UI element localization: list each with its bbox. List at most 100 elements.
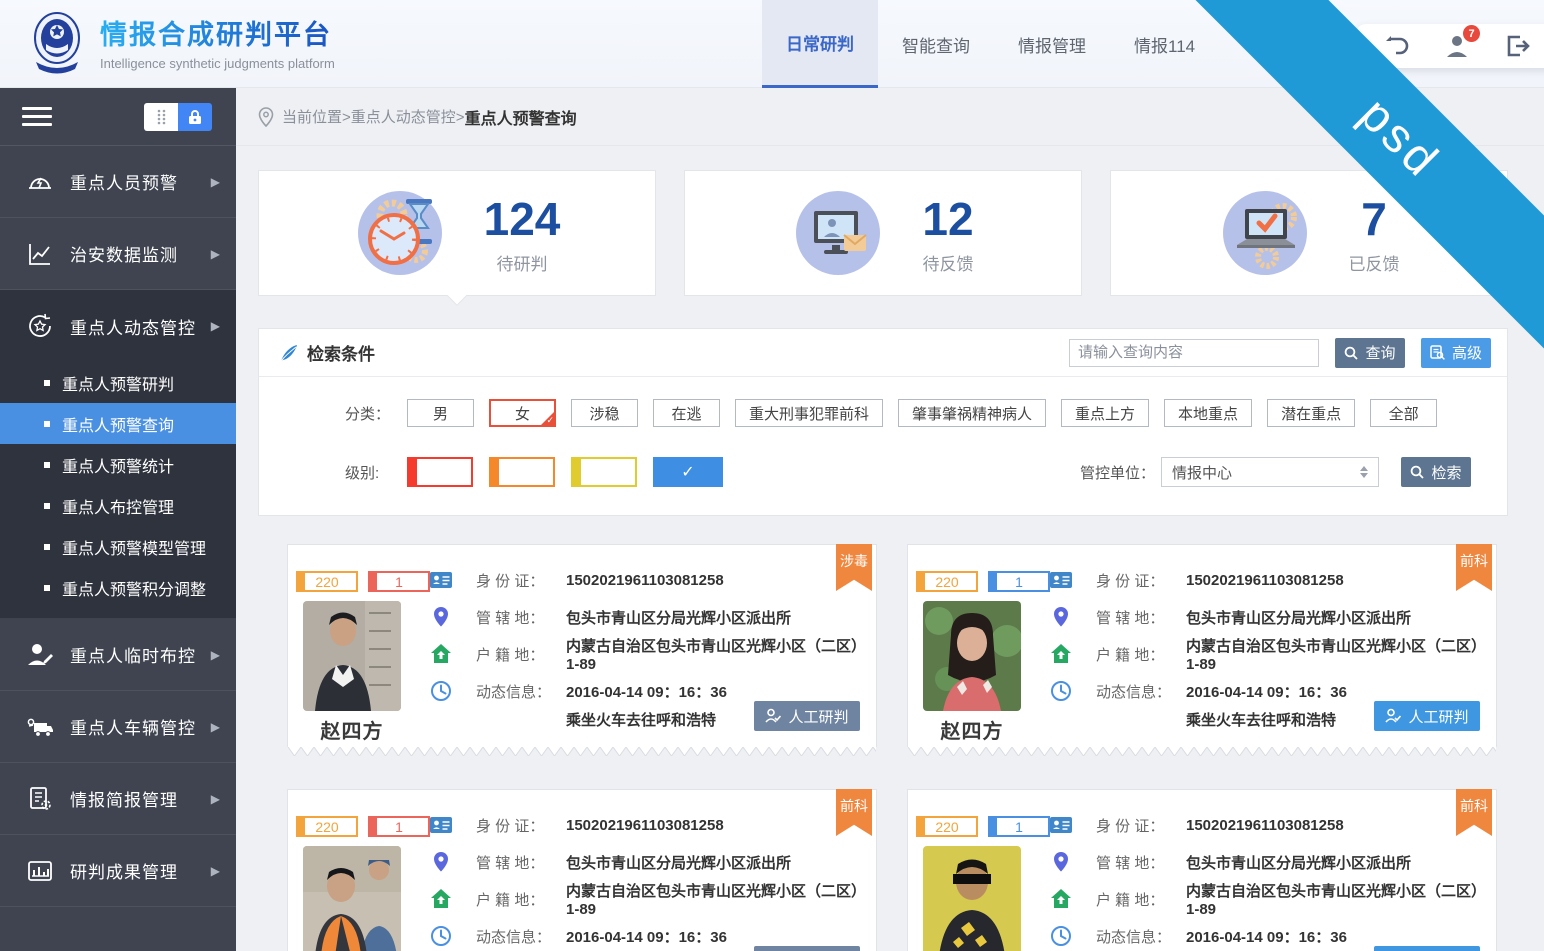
category-all[interactable]: 全部 xyxy=(1370,399,1437,427)
sidebar-item-security-data-monitor[interactable]: 治安数据监测 ▶ xyxy=(0,218,236,290)
document-gear-icon xyxy=(26,785,54,813)
category-fugitive[interactable]: 在逃 xyxy=(653,399,720,427)
menu-collapse-icon[interactable] xyxy=(22,102,52,131)
category-male[interactable]: 男 xyxy=(407,399,474,427)
score-badge: 220 xyxy=(296,816,358,837)
sidebar-item-label: 治安数据监测 xyxy=(70,241,211,266)
sidebar-item-briefing-mgmt[interactable]: 情报简报管理 ▶ xyxy=(0,763,236,835)
sidebar-item-label: 重点人动态管控 xyxy=(70,314,211,339)
sidebar-subitem-model-mgmt[interactable]: 重点人预警模型管理 xyxy=(0,526,236,567)
refresh-star-icon xyxy=(26,312,54,340)
home-icon xyxy=(430,888,452,910)
police-badge-logo xyxy=(28,10,86,74)
level-filter-row: 级别: ✓ 管控单位： 情报中心 检索 xyxy=(345,457,1471,487)
sidebar-subitem-control-mgmt[interactable]: 重点人布控管理 xyxy=(0,485,236,526)
person-card[interactable]: 前科 220 1 赵四方 身 份 证： 1502021961103081258 xyxy=(907,789,1497,951)
clock-icon xyxy=(430,925,452,947)
sidebar-item-result-mgmt[interactable]: 研判成果管理 ▶ xyxy=(0,835,236,907)
nav-tab-daily[interactable]: 日常研判 xyxy=(762,0,878,88)
advanced-button[interactable]: 高级 xyxy=(1421,338,1491,368)
sidebar-subitem-label: 重点人预警积分调整 xyxy=(62,576,206,600)
lock-icon[interactable] xyxy=(178,103,212,131)
category-local-key[interactable]: 本地重点 xyxy=(1164,399,1252,427)
search-icon xyxy=(1344,346,1358,360)
category-criminal-record[interactable]: 重大刑事犯罪前科 xyxy=(735,399,883,427)
dynamic-time: 2016-04-14 09：16：36 xyxy=(1186,681,1347,702)
category-key-petition[interactable]: 重点上方 xyxy=(1061,399,1149,427)
query-button[interactable]: 查询 xyxy=(1335,338,1405,368)
stat-card-pending-research[interactable]: 124 待研判 xyxy=(258,170,656,296)
sidebar-item-key-person-alert[interactable]: 重点人员预警 ▶ xyxy=(0,146,236,218)
sidebar-subitem-label: 重点人预警统计 xyxy=(62,453,174,477)
document-search-icon xyxy=(1430,345,1445,360)
location-pin-icon xyxy=(258,107,274,127)
sidebar-item-temp-control[interactable]: 重点人临时布控 ▶ xyxy=(0,619,236,691)
truck-icon xyxy=(26,713,54,741)
nav-tab-intel-114[interactable]: 情报114 xyxy=(1110,0,1219,88)
search-button[interactable]: 检索 xyxy=(1401,457,1471,487)
manual-research-button[interactable]: 人工研判 xyxy=(754,946,860,951)
sidebar-item-label: 情报简报管理 xyxy=(70,786,211,811)
residence: 内蒙古自治区包头市青山区光辉小区（二区）1-89 xyxy=(566,880,864,918)
manual-research-button[interactable]: 人工研判 xyxy=(754,701,860,731)
location-pin-icon xyxy=(1050,851,1072,873)
home-icon xyxy=(430,643,452,665)
undo-icon[interactable] xyxy=(1384,33,1410,59)
sidebar-subitem-label: 重点人布控管理 xyxy=(62,494,174,518)
category-female[interactable]: 女✓ xyxy=(489,399,556,427)
person-photo[interactable] xyxy=(303,601,401,711)
chevron-right-icon: ▶ xyxy=(211,319,220,333)
id-number: 1502021961103081258 xyxy=(566,572,724,589)
manual-research-button[interactable]: 人工研判 xyxy=(1374,701,1480,731)
person-card[interactable]: 前科 220 1 赵四方 身 份 证： 1502021961103081258 xyxy=(907,544,1497,747)
sidebar-item-vehicle-control[interactable]: 重点人车辆管控 ▶ xyxy=(0,691,236,763)
grip-icon[interactable] xyxy=(144,103,178,131)
level-orange-swatch[interactable] xyxy=(489,457,555,487)
user-notifications-icon[interactable]: 7 xyxy=(1444,33,1470,59)
notification-badge: 7 xyxy=(1463,25,1480,42)
bullet-icon xyxy=(44,503,50,509)
unit-select[interactable]: 情报中心 xyxy=(1161,457,1379,487)
person-photo[interactable] xyxy=(923,846,1021,951)
nav-tab-smart-query[interactable]: 智能查询 xyxy=(878,0,994,88)
clock-hourglass-icon xyxy=(354,187,446,279)
updown-icon xyxy=(1360,466,1368,478)
residence: 内蒙古自治区包头市青山区光辉小区（二区）1-89 xyxy=(566,635,864,673)
manual-research-button[interactable]: 人工研判 xyxy=(1374,946,1480,951)
level-yellow-swatch[interactable] xyxy=(571,457,637,487)
person-card[interactable]: 前科 220 1 赵四方 身 份 证： 1502021961103081258 xyxy=(287,789,877,951)
sidebar-subitem-alert-statistics[interactable]: 重点人预警统计 xyxy=(0,444,236,485)
filter-panel: 检索条件 查询 高级 分类： 男 女✓ 涉稳 在逃 xyxy=(258,328,1508,516)
level-selected-swatch[interactable]: ✓ xyxy=(653,457,723,487)
category-potential-key[interactable]: 潜在重点 xyxy=(1267,399,1355,427)
person-card-grid: 涉毒 220 1 赵四方 身 份 证： 1502021961103081258 xyxy=(287,544,1497,951)
search-input[interactable] xyxy=(1069,339,1319,367)
bullet-icon xyxy=(44,462,50,468)
search-icon xyxy=(1410,465,1424,479)
level-label: 级别: xyxy=(345,462,407,483)
clock-icon xyxy=(430,680,452,702)
logout-icon[interactable] xyxy=(1504,33,1530,59)
stat-value: 124 xyxy=(484,192,561,246)
clock-icon xyxy=(1050,680,1072,702)
category-mental-patient[interactable]: 肇事肇祸精神病人 xyxy=(898,399,1046,427)
person-card[interactable]: 涉毒 220 1 赵四方 身 份 证： 1502021961103081258 xyxy=(287,544,877,747)
score-badge: 220 xyxy=(296,571,358,592)
sidebar-item-label: 研判成果管理 xyxy=(70,858,211,883)
breadcrumb-parent[interactable]: 重点人动态管控 xyxy=(351,109,456,126)
sidebar-subitem-score-adjust[interactable]: 重点人预警积分调整 xyxy=(0,567,236,608)
jurisdiction: 包头市青山区分局光辉小区派出所 xyxy=(566,852,791,873)
stat-label: 待反馈 xyxy=(922,250,973,275)
sidebar-item-key-person-dynamic-control[interactable]: 重点人动态管控 ▶ xyxy=(0,290,236,362)
category-stability[interactable]: 涉稳 xyxy=(571,399,638,427)
person-photo[interactable] xyxy=(923,601,1021,711)
sidebar-subitem-alert-query[interactable]: 重点人预警查询 xyxy=(0,403,236,444)
id-number: 1502021961103081258 xyxy=(566,817,724,834)
person-photo[interactable] xyxy=(303,846,401,951)
sidebar-subitem-alert-research[interactable]: 重点人预警研判 xyxy=(0,362,236,403)
level-red-swatch[interactable] xyxy=(407,457,473,487)
location-pin-icon xyxy=(1050,606,1072,628)
score-badge: 220 xyxy=(916,571,978,592)
nav-tab-intel-mgmt[interactable]: 情报管理 xyxy=(994,0,1110,88)
stat-card-pending-feedback[interactable]: 12 待反馈 xyxy=(684,170,1082,296)
